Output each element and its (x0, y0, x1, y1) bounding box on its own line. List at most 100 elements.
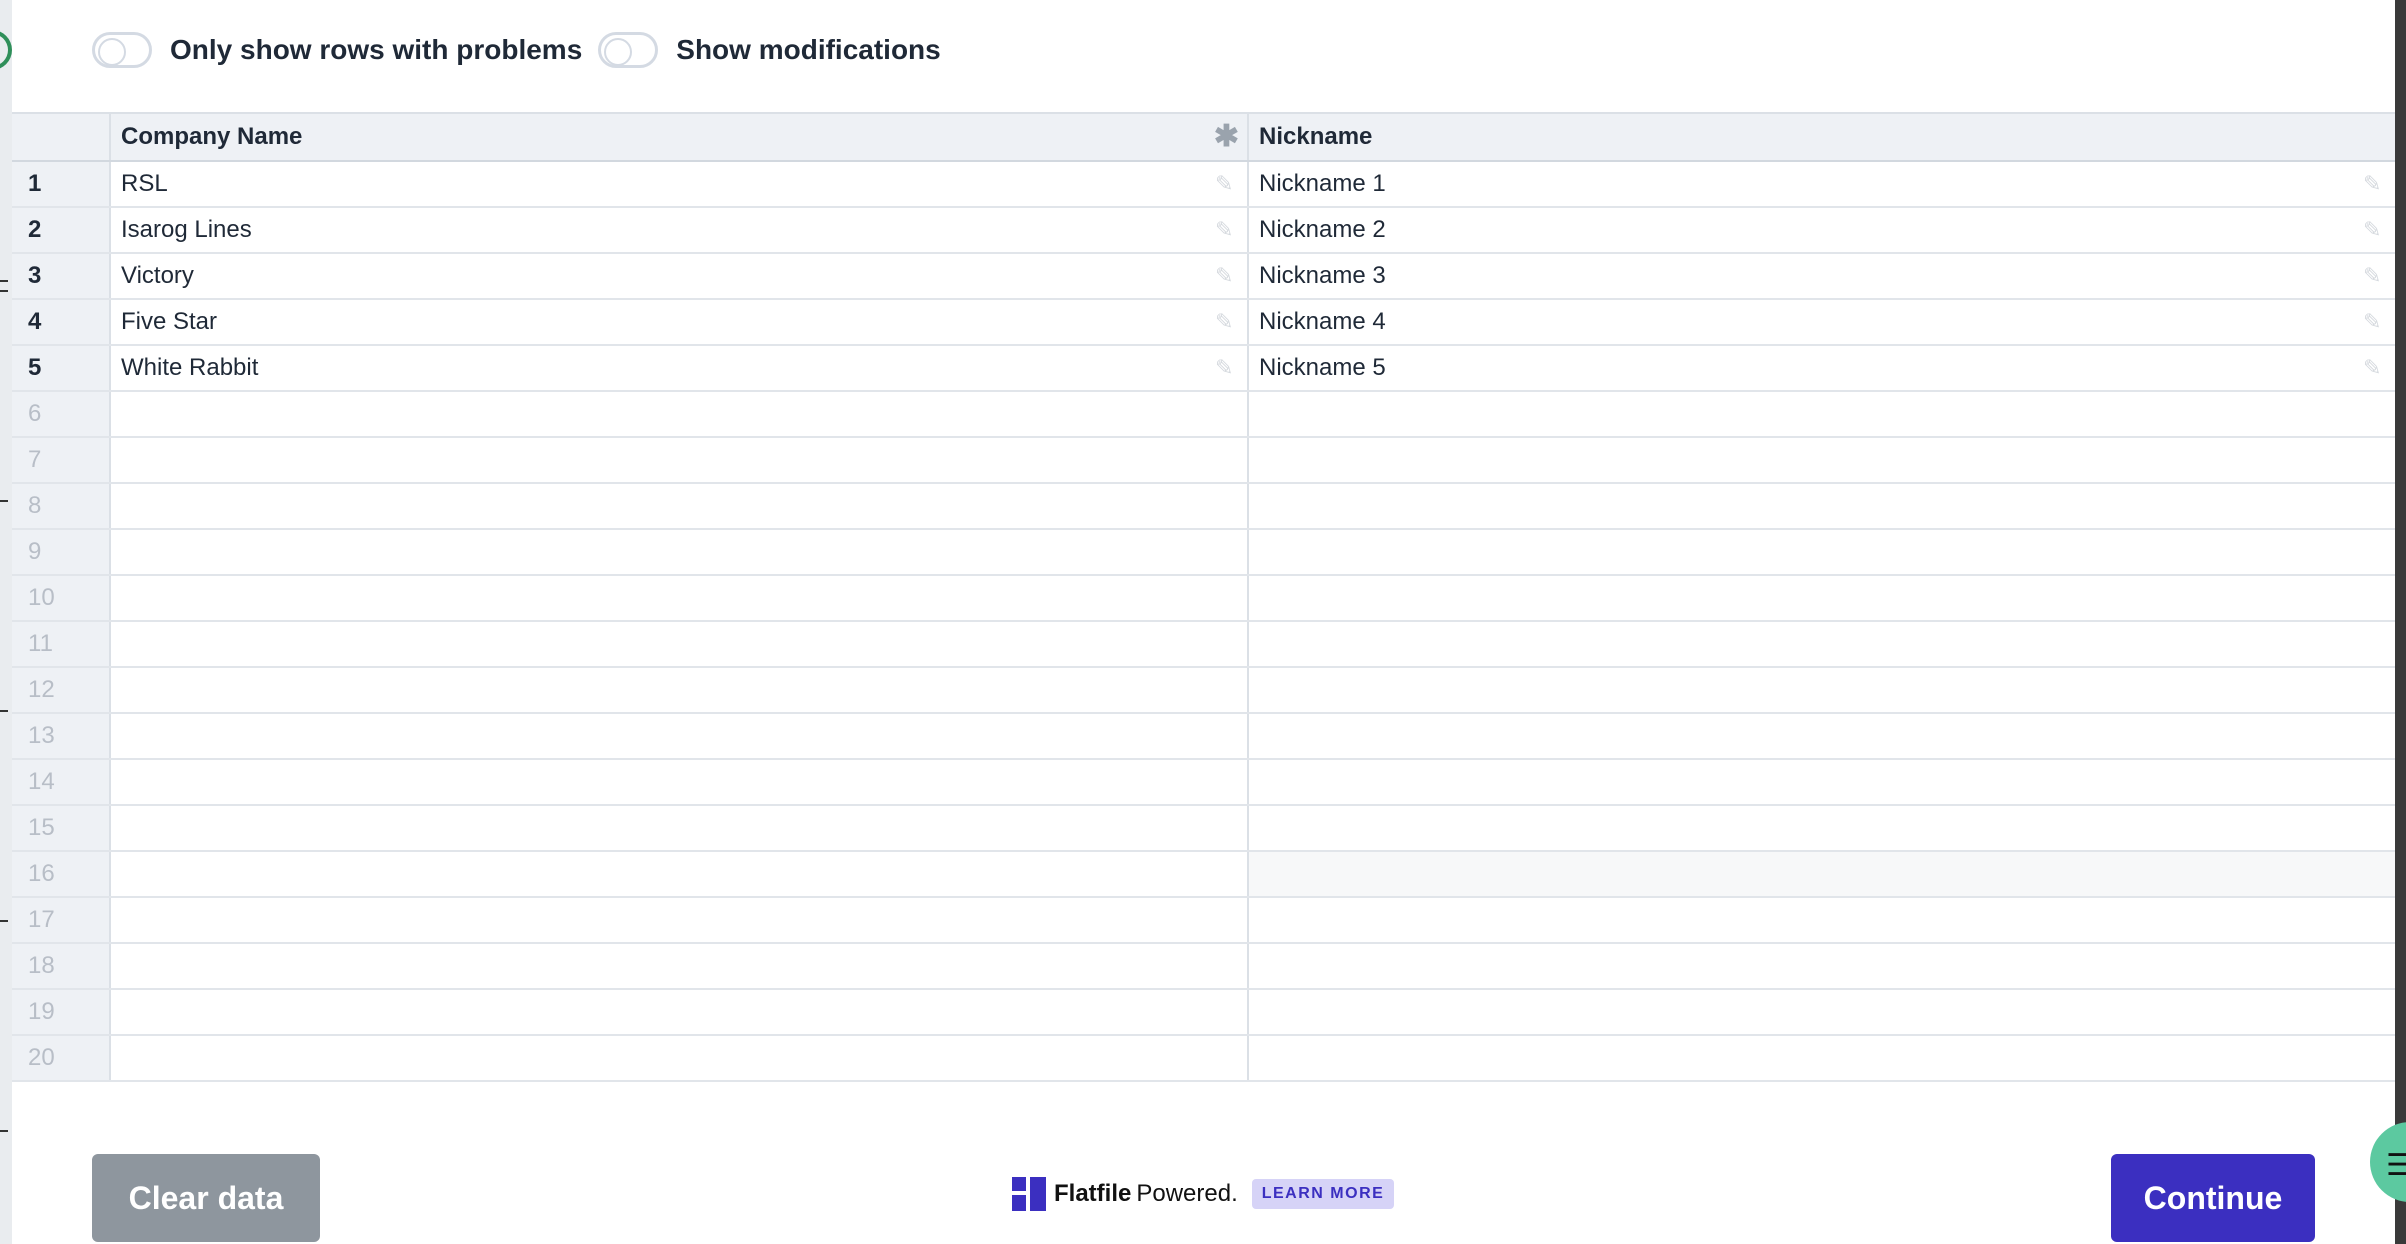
cell-value: Five Star (121, 308, 218, 335)
background-page-strip (0, 0, 12, 1244)
cell-value: Nickname 5 (1259, 354, 1386, 381)
nickname-cell[interactable]: Nickname 2 ✎ (1249, 208, 2395, 252)
background-mark (0, 920, 8, 922)
company-name-cell[interactable] (111, 990, 1249, 1034)
table-row: 8 (12, 484, 2395, 530)
chat-icon: ☰ (2386, 1149, 2406, 1182)
edit-pencil-icon[interactable]: ✎ (1215, 357, 1237, 379)
table-row: 5 White Rabbit ✎ Nickname 5 ✎ (12, 346, 2395, 392)
required-asterisk-icon: ✱ (1213, 120, 1239, 153)
table-row: 9 (12, 530, 2395, 576)
company-name-cell[interactable] (111, 484, 1249, 528)
column-header-label: Nickname (1259, 123, 1373, 150)
nickname-cell[interactable] (1249, 530, 2395, 574)
company-name-cell[interactable] (111, 1036, 1249, 1080)
row-number: 3 (12, 254, 111, 298)
company-name-cell[interactable] (111, 944, 1249, 988)
filter-toolbar: Only show rows with problems Show modifi… (92, 28, 957, 72)
background-mark (0, 1130, 8, 1132)
row-number: 9 (12, 530, 111, 574)
nickname-cell[interactable] (1249, 438, 2395, 482)
nickname-cell[interactable] (1249, 990, 2395, 1034)
table-row: 7 (12, 438, 2395, 484)
table-row: 10 (12, 576, 2395, 622)
company-name-cell[interactable] (111, 806, 1249, 850)
flatfile-logo-icon (1012, 1177, 1046, 1211)
company-name-cell[interactable] (111, 714, 1249, 758)
edit-pencil-icon[interactable]: ✎ (2363, 311, 2385, 333)
column-header-label: Company Name (121, 123, 303, 150)
column-header-nickname[interactable]: Nickname (1249, 114, 2395, 160)
row-number: 10 (12, 576, 111, 620)
learn-more-link[interactable]: LEARN MORE (1251, 1179, 1395, 1209)
company-name-cell[interactable] (111, 898, 1249, 942)
flatfile-branding: Flatfile Powered. LEARN MORE (1012, 1172, 1395, 1216)
nickname-cell[interactable] (1249, 1036, 2395, 1080)
company-name-cell[interactable] (111, 622, 1249, 666)
edit-pencil-icon[interactable]: ✎ (1215, 311, 1237, 333)
background-mark (0, 280, 8, 282)
data-grid: Company Name ✱ Nickname 1 RSL ✎ Nickname 1 ✎… (12, 112, 2395, 1082)
nickname-cell[interactable] (1249, 392, 2395, 436)
nickname-cell[interactable] (1249, 576, 2395, 620)
company-name-cell[interactable] (111, 392, 1249, 436)
background-mark (0, 290, 8, 292)
row-number: 1 (12, 162, 111, 206)
problems-toggle[interactable] (92, 32, 152, 68)
nickname-cell[interactable] (1249, 714, 2395, 758)
table-row: 11 (12, 622, 2395, 668)
cell-value: Isarog Lines (121, 216, 252, 243)
cell-value: White Rabbit (121, 354, 259, 381)
company-name-cell[interactable]: RSL ✎ (111, 162, 1249, 206)
company-name-cell[interactable]: White Rabbit ✎ (111, 346, 1249, 390)
nickname-cell[interactable]: Nickname 3 ✎ (1249, 254, 2395, 298)
nickname-cell[interactable] (1249, 668, 2395, 712)
nickname-cell[interactable] (1249, 898, 2395, 942)
nickname-cell[interactable]: Nickname 4 ✎ (1249, 300, 2395, 344)
company-name-cell[interactable] (111, 852, 1249, 896)
edit-pencil-icon[interactable]: ✎ (1215, 265, 1237, 287)
row-number: 16 (12, 852, 111, 896)
row-number: 12 (12, 668, 111, 712)
nickname-cell[interactable] (1249, 806, 2395, 850)
nickname-cell[interactable] (1249, 944, 2395, 988)
edit-pencil-icon[interactable]: ✎ (2363, 173, 2385, 195)
company-name-cell[interactable] (111, 438, 1249, 482)
row-number: 5 (12, 346, 111, 390)
company-name-cell[interactable]: Five Star ✎ (111, 300, 1249, 344)
company-name-cell[interactable]: Victory ✎ (111, 254, 1249, 298)
edit-pencil-icon[interactable]: ✎ (2363, 219, 2385, 241)
cell-value: RSL (121, 170, 168, 197)
edit-pencil-icon[interactable]: ✎ (2363, 357, 2385, 379)
column-header-company-name[interactable]: Company Name ✱ (111, 114, 1249, 160)
continue-button[interactable]: Continue (2111, 1154, 2315, 1242)
cell-value: Nickname 1 (1259, 170, 1386, 197)
edit-pencil-icon[interactable]: ✎ (2363, 265, 2385, 287)
row-number: 15 (12, 806, 111, 850)
nickname-cell[interactable] (1249, 622, 2395, 666)
nickname-cell[interactable] (1249, 484, 2395, 528)
company-name-cell[interactable] (111, 668, 1249, 712)
nickname-cell[interactable] (1249, 760, 2395, 804)
nickname-cell[interactable] (1249, 852, 2395, 896)
company-name-cell[interactable]: Isarog Lines ✎ (111, 208, 1249, 252)
company-name-cell[interactable] (111, 530, 1249, 574)
background-mark (0, 500, 8, 502)
row-number: 17 (12, 898, 111, 942)
row-number: 8 (12, 484, 111, 528)
table-row: 18 (12, 944, 2395, 990)
nickname-cell[interactable]: Nickname 5 ✎ (1249, 346, 2395, 390)
company-name-cell[interactable] (111, 760, 1249, 804)
modifications-toggle-label: Show modifications (676, 34, 941, 65)
cell-value: Nickname 4 (1259, 308, 1386, 335)
edit-pencil-icon[interactable]: ✎ (1215, 219, 1237, 241)
clear-data-button[interactable]: Clear data (92, 1154, 320, 1242)
modifications-toggle[interactable] (598, 32, 659, 68)
table-row: 2 Isarog Lines ✎ Nickname 2 ✎ (12, 208, 2395, 254)
nickname-cell[interactable]: Nickname 1 ✎ (1249, 162, 2395, 206)
brand-name: Flatfile (1054, 1180, 1132, 1207)
company-name-cell[interactable] (111, 576, 1249, 620)
edit-pencil-icon[interactable]: ✎ (1215, 173, 1237, 195)
background-mark (0, 710, 8, 712)
table-row: 3 Victory ✎ Nickname 3 ✎ (12, 254, 2395, 300)
